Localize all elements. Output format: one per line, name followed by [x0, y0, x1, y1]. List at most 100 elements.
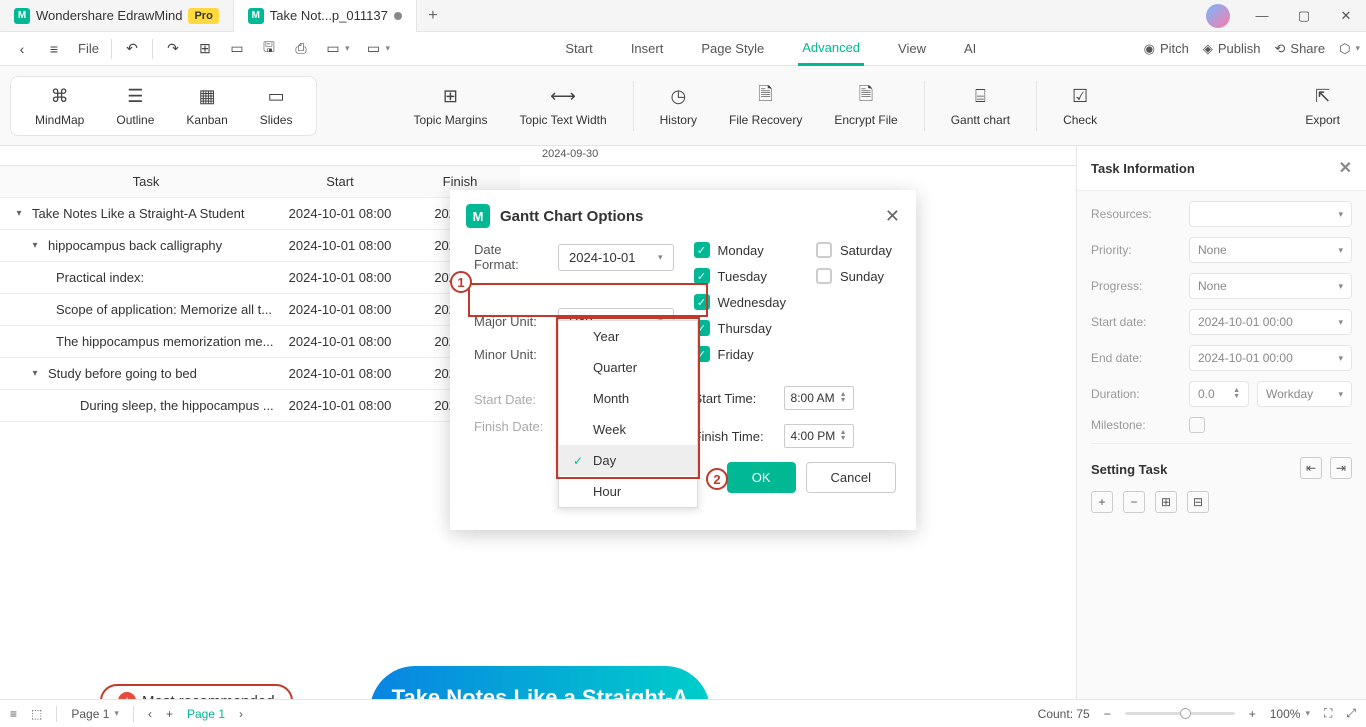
settings-caret[interactable]: ⬡▾: [1339, 41, 1360, 57]
expand-toggle[interactable]: ▾: [28, 368, 42, 379]
finish-time-input[interactable]: 4:00 PM▲▼: [784, 424, 854, 448]
open-button[interactable]: ▭: [221, 32, 253, 66]
publish-button[interactable]: ◈Publish: [1203, 41, 1261, 57]
saturday-checkbox[interactable]: [816, 242, 832, 258]
page-selector[interactable]: Page 1 ▾: [71, 707, 119, 721]
wednesday-checkbox[interactable]: ✓: [694, 294, 710, 310]
node-most-recommended[interactable]: ★ Most recommended: [100, 684, 293, 699]
add-task-button[interactable]: +: [1091, 491, 1113, 513]
view-slides[interactable]: ▭Slides: [244, 81, 309, 131]
pitch-button[interactable]: ◉Pitch: [1144, 41, 1189, 57]
grid-button-1[interactable]: ⊞: [1155, 491, 1177, 513]
gantt-row[interactable]: ▾Study before going to bed2024-10-01 08:…: [0, 358, 520, 390]
tuesday-checkbox[interactable]: ✓: [694, 268, 710, 284]
back-button[interactable]: ‹: [6, 32, 38, 66]
zoom-slider[interactable]: [1125, 712, 1235, 715]
minimize-button[interactable]: —: [1242, 0, 1282, 32]
gantt-row[interactable]: ▾hippocampus back calligraphy2024-10-01 …: [0, 230, 520, 262]
presentation-toggle[interactable]: ⬚: [31, 707, 42, 721]
annotation-marker-2: 2: [706, 468, 728, 490]
task-name: The hippocampus memorization me...: [56, 334, 273, 349]
dd-week[interactable]: Week: [559, 414, 697, 445]
start-time-input[interactable]: 8:00 AM▲▼: [784, 386, 854, 410]
dd-month[interactable]: Month: [559, 383, 697, 414]
modal-close-button[interactable]: ✕: [885, 206, 900, 227]
export-button[interactable]: ⇱Export: [1289, 81, 1356, 131]
check-button[interactable]: ☑Check: [1047, 81, 1113, 131]
gantt-chart-button[interactable]: ⌸Gantt chart: [935, 81, 1026, 131]
file-menu[interactable]: File: [70, 32, 107, 66]
panel-close-button[interactable]: ✕: [1339, 158, 1352, 178]
startdate-input[interactable]: 2024-10-01 00:00▾: [1189, 309, 1352, 335]
tab-page-style[interactable]: Page Style: [697, 32, 768, 66]
topic-text-width-button[interactable]: ⟷Topic Text Width: [503, 81, 622, 131]
tab-start[interactable]: Start: [561, 32, 596, 66]
expand-toggle[interactable]: ▾: [28, 240, 42, 251]
page-tab-1[interactable]: Page 1: [187, 707, 225, 721]
zoom-value[interactable]: 100% ▾: [1270, 707, 1310, 721]
zoom-in-button[interactable]: +: [1249, 707, 1256, 721]
next-page-button[interactable]: ›: [239, 707, 243, 721]
indent-right-button[interactable]: ⇥: [1330, 457, 1352, 479]
gantt-row[interactable]: During sleep, the hippocampus ...2024-10…: [0, 390, 520, 422]
undo-button[interactable]: ↶: [116, 32, 148, 66]
document-tab[interactable]: M Take Not...p_011137: [234, 0, 417, 32]
tab-ai[interactable]: AI: [960, 32, 980, 66]
file-recovery-button[interactable]: 🗎File Recovery: [713, 81, 818, 131]
tab-advanced[interactable]: Advanced: [798, 32, 864, 66]
app-tab[interactable]: M Wondershare EdrawMind Pro: [0, 0, 234, 32]
monday-checkbox[interactable]: ✓: [694, 242, 710, 258]
dd-hour[interactable]: Hour: [559, 476, 697, 507]
fit-button[interactable]: ⛶: [1324, 706, 1332, 721]
sunday-checkbox[interactable]: [816, 268, 832, 284]
new-tab-button[interactable]: +: [417, 7, 449, 25]
remove-task-button[interactable]: −: [1123, 491, 1145, 513]
tab-insert[interactable]: Insert: [627, 32, 668, 66]
duration-value[interactable]: 0.0▲▼: [1189, 381, 1249, 407]
duration-unit[interactable]: Workday▾: [1257, 381, 1352, 407]
gantt-row[interactable]: ▾Take Notes Like a Straight-A Student202…: [0, 198, 520, 230]
maximize-button[interactable]: ▢: [1284, 0, 1324, 32]
user-avatar[interactable]: [1206, 4, 1230, 28]
mindmap-root-node[interactable]: Take Notes Like a Straight-A Student: [370, 666, 710, 699]
more-button[interactable]: ▭▾: [357, 32, 398, 66]
grid-button-2[interactable]: ⊟: [1187, 491, 1209, 513]
tab-view[interactable]: View: [894, 32, 930, 66]
encrypt-file-button[interactable]: 🗎Encrypt File: [818, 81, 913, 131]
dd-day[interactable]: ✓Day: [559, 445, 697, 476]
dd-quarter[interactable]: Quarter: [559, 352, 697, 383]
fullscreen-button[interactable]: ⤢: [1346, 706, 1356, 721]
gantt-row[interactable]: Practical index:2024-10-01 08:002024-1..…: [0, 262, 520, 294]
dd-year[interactable]: Year: [559, 321, 697, 352]
redo-button[interactable]: ↷: [157, 32, 189, 66]
start-date-label: Start Date:: [474, 392, 548, 407]
outline-toggle[interactable]: ≡: [10, 707, 17, 721]
add-page-button[interactable]: +: [166, 707, 173, 721]
view-outline[interactable]: ☰Outline: [100, 81, 170, 131]
close-button[interactable]: ✕: [1326, 0, 1366, 32]
zoom-out-button[interactable]: −: [1104, 707, 1111, 721]
save-button[interactable]: 🖫: [253, 32, 285, 66]
enddate-input[interactable]: 2024-10-01 00:00▾: [1189, 345, 1352, 371]
view-kanban[interactable]: ▦Kanban: [170, 81, 243, 131]
share-button[interactable]: ⟲Share: [1275, 41, 1326, 57]
cancel-button[interactable]: Cancel: [806, 462, 896, 493]
resources-input[interactable]: ▾: [1189, 201, 1352, 227]
milestone-checkbox[interactable]: [1189, 417, 1205, 433]
view-mindmap[interactable]: ⌘MindMap: [19, 81, 100, 131]
progress-select[interactable]: None▾: [1189, 273, 1352, 299]
topic-margins-button[interactable]: ⊞Topic Margins: [397, 81, 503, 131]
gantt-row[interactable]: Scope of application: Memorize all t...2…: [0, 294, 520, 326]
indent-left-button[interactable]: ⇤: [1300, 457, 1322, 479]
history-button[interactable]: ◷History: [644, 81, 713, 131]
prev-page-button[interactable]: ‹: [148, 707, 152, 721]
menu-button[interactable]: ≡: [38, 32, 70, 66]
print-button[interactable]: ⎙: [285, 32, 317, 66]
gantt-row[interactable]: The hippocampus memorization me...2024-1…: [0, 326, 520, 358]
date-format-select[interactable]: 2024-10-01▾: [558, 244, 674, 271]
export-quick-button[interactable]: ▭▾: [317, 32, 358, 66]
ok-button[interactable]: OK: [727, 462, 796, 493]
expand-toggle[interactable]: ▾: [12, 208, 26, 219]
priority-select[interactable]: None▾: [1189, 237, 1352, 263]
new-button[interactable]: ⊞: [189, 32, 221, 66]
